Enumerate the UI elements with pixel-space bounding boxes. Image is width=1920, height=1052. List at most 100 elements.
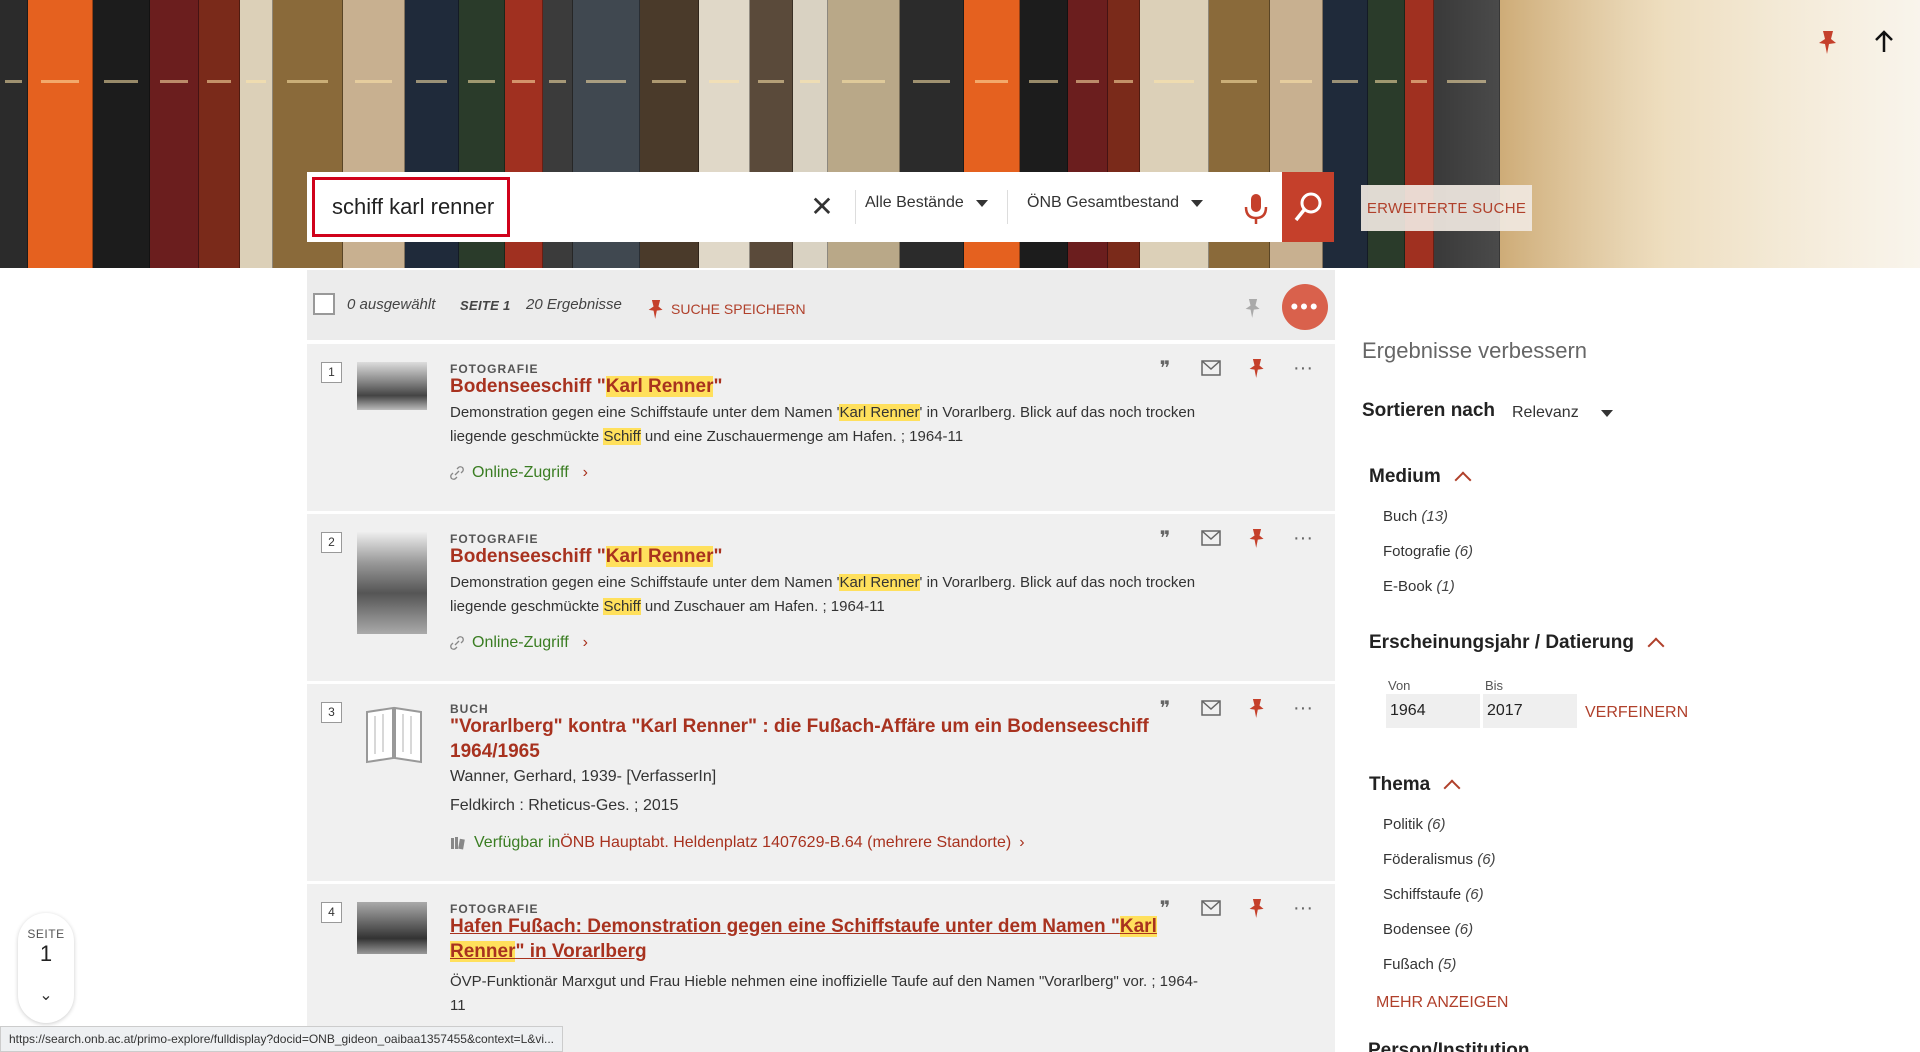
scope-select-1[interactable]: Alle Bestände <box>865 194 988 212</box>
facet-year-header[interactable]: Erscheinungsjahr / Datierung <box>1369 632 1665 655</box>
result-thumbnail[interactable] <box>357 362 427 410</box>
book-spine <box>150 0 199 268</box>
result-item[interactable]: 2 FOTOGRAFIE Bodenseeschiff "Karl Renner… <box>307 514 1335 684</box>
desc-text: ÖVP-Funktionär Marxgut und Frau Hieble n… <box>450 973 1199 990</box>
citation-icon[interactable]: ❞ <box>1153 526 1177 550</box>
pin-icon[interactable] <box>1814 28 1842 56</box>
chevron-right-icon: › <box>1019 834 1025 851</box>
search-button[interactable] <box>1282 172 1334 242</box>
desc-highlight: Schiff <box>603 428 641 445</box>
desc-text: Demonstration gegen eine Schiffstaufe un… <box>450 404 840 421</box>
chevron-down-icon[interactable]: ⌄ <box>18 985 74 1005</box>
result-thumbnail[interactable] <box>357 532 427 634</box>
desc-highlight: Karl Renner <box>839 404 920 421</box>
facet-item[interactable]: Buch (13) <box>1383 508 1448 525</box>
pin-icon <box>648 300 663 319</box>
chevron-down-icon <box>1600 409 1613 417</box>
facet-thema-title: Thema <box>1369 774 1431 795</box>
year-from-input[interactable]: 1964 <box>1386 694 1480 728</box>
result-thumbnail[interactable] <box>357 902 427 954</box>
title-highlight: Karl <box>1119 916 1157 937</box>
chevron-right-icon: › <box>582 464 588 481</box>
facet-item[interactable]: Föderalismus (6) <box>1383 851 1496 868</box>
more-icon[interactable]: ··· <box>1291 696 1315 720</box>
pin-icon[interactable] <box>1245 696 1269 720</box>
scope-select-2[interactable]: ÖNB Gesamtbestand <box>1027 194 1204 212</box>
result-publisher: Feldkirch : Rheticus-Ges. ; 2015 <box>450 797 679 814</box>
divider <box>1007 190 1008 224</box>
facet-item[interactable]: E-Book (1) <box>1383 578 1455 595</box>
microphone-icon[interactable] <box>1241 192 1271 226</box>
facet-item[interactable]: Bodensee (6) <box>1383 921 1473 938</box>
facet-medium-header[interactable]: Medium <box>1369 466 1472 489</box>
result-title[interactable]: Hafen Fußach: Demonstration gegen eine S… <box>450 914 1170 964</box>
facet-item-label: Schiffstaufe <box>1383 886 1462 903</box>
facet-item-label: Föderalismus <box>1383 851 1474 868</box>
citation-icon[interactable]: ❞ <box>1153 896 1177 920</box>
availability-link[interactable]: Verfügbar in ÖNB Hauptabt. Heldenplatz 1… <box>450 834 1025 852</box>
email-icon[interactable] <box>1199 526 1223 550</box>
refine-button[interactable]: VERFEINERN <box>1585 704 1688 722</box>
more-icon[interactable]: ··· <box>1291 526 1315 550</box>
online-access-link[interactable]: Online-Zugriff › <box>450 464 588 482</box>
facet-item-label: E-Book <box>1383 578 1433 595</box>
chevron-right-icon: › <box>582 634 588 651</box>
book-spine <box>199 0 240 268</box>
year-from-label: Von <box>1388 678 1411 693</box>
email-icon[interactable] <box>1199 896 1223 920</box>
sort-select[interactable]: Relevanz <box>1512 404 1613 422</box>
email-icon[interactable] <box>1199 696 1223 720</box>
back-to-top-icon[interactable] <box>1870 28 1898 56</box>
facet-item-count: (13) <box>1421 508 1449 525</box>
result-item[interactable]: 3 BUCH "Vorarlberg" kontra "Karl Renner"… <box>307 684 1335 884</box>
scope-select-1-value: Alle Bestände <box>865 194 964 211</box>
result-actions: ❞ ··· <box>1153 896 1315 920</box>
result-title[interactable]: Bodenseeschiff "Karl Renner" <box>450 544 1150 569</box>
search-input[interactable]: schiff karl renner <box>312 177 510 237</box>
result-author: Wanner, Gerhard, 1939- [VerfasserIn] <box>450 768 717 785</box>
online-access-label: Online-Zugriff <box>472 464 569 481</box>
result-title[interactable]: "Vorarlberg" kontra "Karl Renner" : die … <box>450 714 1170 764</box>
more-icon[interactable]: ··· <box>1291 356 1315 380</box>
result-actions: ❞ ··· <box>1153 526 1315 550</box>
pin-icon[interactable] <box>1244 296 1262 324</box>
title-text: " in Vorarlberg <box>515 941 647 962</box>
desc-text: 11 <box>450 997 466 1014</box>
online-access-link[interactable]: Online-Zugriff › <box>450 634 588 652</box>
save-search-label: SUCHE SPEICHERN <box>671 301 806 317</box>
show-more-button[interactable]: MEHR ANZEIGEN <box>1376 994 1508 1012</box>
result-item[interactable]: 1 FOTOGRAFIE Bodenseeschiff "Karl Renner… <box>307 344 1335 514</box>
facet-item-label: Bodensee <box>1383 921 1451 938</box>
title-text: " <box>713 376 723 397</box>
result-number: 1 <box>321 362 342 383</box>
page-indicator[interactable]: SEITE 1 ⌄ <box>18 913 74 1023</box>
desc-text: und Zuschauer am Hafen. ; 1964-11 <box>640 598 885 615</box>
result-description: Demonstration gegen eine Schiffstaufe un… <box>450 401 1280 449</box>
advanced-search-button[interactable]: ERWEITERTE SUCHE <box>1361 185 1532 231</box>
year-to-input[interactable]: 2017 <box>1483 694 1577 728</box>
facet-person-header[interactable]: Person/Institution <box>1368 1040 1530 1052</box>
desc-highlight: Karl Renner <box>839 574 920 591</box>
citation-icon[interactable]: ❞ <box>1153 696 1177 720</box>
pin-icon[interactable] <box>1245 896 1269 920</box>
sort-label: Sortieren nach <box>1362 400 1496 421</box>
more-options-button[interactable]: ••• <box>1282 284 1328 330</box>
facet-item[interactable]: Fußach (5) <box>1383 956 1456 973</box>
email-icon[interactable] <box>1199 356 1223 380</box>
facet-item[interactable]: Fotografie (6) <box>1383 543 1473 560</box>
pin-icon[interactable] <box>1245 526 1269 550</box>
select-all-checkbox[interactable] <box>313 293 335 315</box>
facet-thema-header[interactable]: Thema <box>1369 774 1461 797</box>
pin-icon[interactable] <box>1245 356 1269 380</box>
clear-search-icon[interactable]: ✕ <box>807 192 837 222</box>
citation-icon[interactable]: ❞ <box>1153 356 1177 380</box>
save-search-button[interactable]: SUCHE SPEICHERN <box>647 298 806 320</box>
facet-item[interactable]: Schiffstaufe (6) <box>1383 886 1484 903</box>
result-number: 2 <box>321 532 342 553</box>
more-icon[interactable]: ··· <box>1291 896 1315 920</box>
facet-item[interactable]: Politik (6) <box>1383 816 1446 833</box>
desc-text: liegende geschmückte <box>450 598 604 615</box>
book-spine <box>93 0 150 268</box>
facet-item-count: (6) <box>1454 543 1474 560</box>
result-title[interactable]: Bodenseeschiff "Karl Renner" <box>450 374 1150 399</box>
